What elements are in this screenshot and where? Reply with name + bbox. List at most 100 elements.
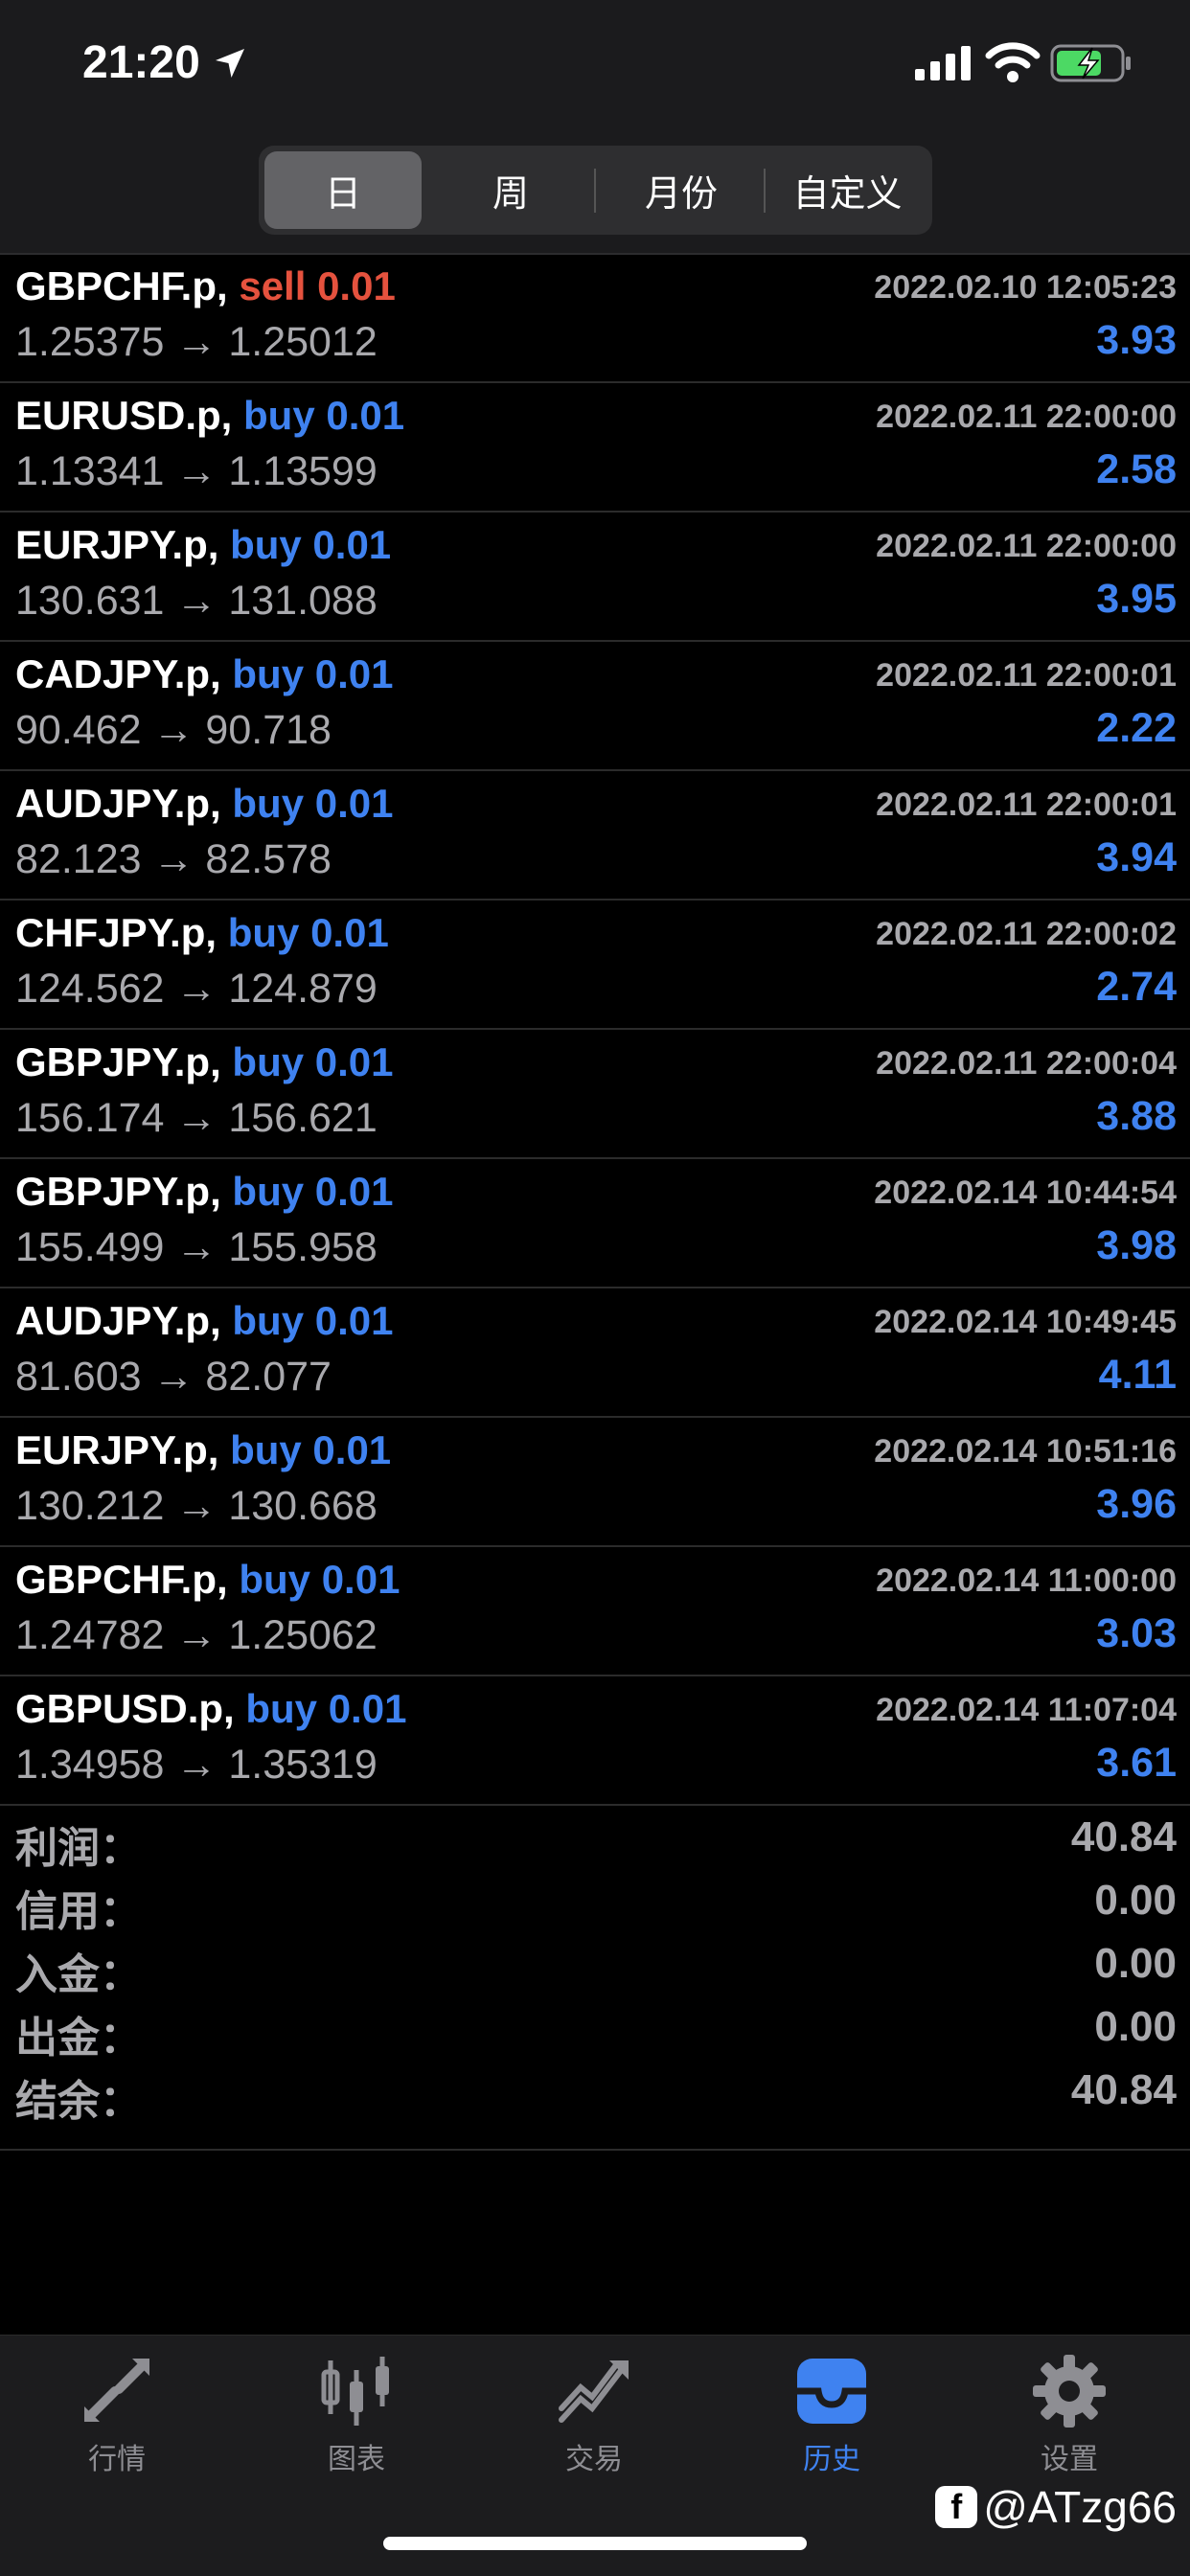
trade-symbol: EURJPY.p, (15, 522, 219, 567)
trade-row[interactable]: AUDJPY.p, buy 0.01 2022.02.14 10:49:45 81.… (0, 1288, 1190, 1418)
trade-symbol: GBPUSD.p, (15, 1686, 235, 1731)
summary-row: 利润： 40.84 (0, 1806, 1190, 1872)
trade-side: buy (232, 651, 305, 696)
summary-label: 入金： (15, 1951, 142, 1998)
summary-label: 利润： (15, 1825, 142, 1872)
trade-profit: 4.11 (1098, 1352, 1177, 1398)
summary-value: 40.84 (1070, 2066, 1177, 2113)
trade-symbol-line: EURJPY.p, buy 0.01 (15, 1427, 391, 1473)
summary-row: 结余： 40.84 (0, 2059, 1190, 2125)
trade-symbol-line: EURUSD.p, buy 0.01 (15, 393, 404, 439)
period-filter-bar: 日 周 月份 自定义 (0, 134, 1190, 255)
trade-prices: 130.212 → 130.668 (15, 1483, 378, 1529)
trade-side: buy (230, 1427, 302, 1472)
tab-quotes[interactable]: 行情 (31, 2353, 203, 2496)
trade-volume: 0.01 (314, 1298, 394, 1343)
trade-symbol: AUDJPY.p, (15, 781, 221, 826)
trade-time: 2022.02.11 22:00:00 (876, 399, 1177, 435)
segment-divider (764, 169, 766, 213)
trade-side: sell (239, 263, 307, 308)
status-time: 21:20 (82, 37, 200, 88)
trade-row[interactable]: CADJPY.p, buy 0.01 2022.02.11 22:00:01 90.… (0, 642, 1190, 771)
trade-symbol-line: AUDJPY.p, buy 0.01 (15, 781, 393, 827)
summary-label: 结余： (15, 2078, 142, 2125)
trade-profit: 3.93 (1096, 317, 1177, 363)
trade-side: buy (232, 1298, 305, 1343)
trade-row[interactable]: EURUSD.p, buy 0.01 2022.02.11 22:00:00 1.1… (0, 383, 1190, 513)
trade-volume: 0.01 (312, 522, 392, 567)
trade-time: 2022.02.14 10:44:54 (874, 1174, 1177, 1211)
status-bar: 21:20 (0, 0, 1190, 134)
wifi-icon (985, 42, 1041, 82)
trade-prices: 90.462 → 90.718 (15, 707, 332, 753)
trade-prices: 1.13341 → 1.13599 (15, 448, 378, 494)
trade-profit: 3.88 (1096, 1093, 1177, 1139)
trade-symbol-line: EURJPY.p, buy 0.01 (15, 522, 391, 568)
summary-row: 出金： 0.00 (0, 1995, 1190, 2062)
trade-symbol-line: GBPUSD.p, buy 0.01 (15, 1686, 406, 1732)
summary-row: 入金： 0.00 (0, 1932, 1190, 1998)
trade-symbol-line: GBPCHF.p, buy 0.01 (15, 1557, 400, 1603)
tab-history[interactable]: 历史 (745, 2353, 918, 2496)
segment-custom[interactable]: 自定义 (768, 151, 927, 229)
trade-row[interactable]: GBPCHF.p, sell 0.01 2022.02.10 12:05:23 1.… (0, 254, 1190, 383)
candlestick-chart-icon (321, 2357, 389, 2426)
segment-week[interactable]: 周 (429, 151, 592, 229)
segment-month[interactable]: 月份 (600, 151, 763, 229)
trade-volume: 0.01 (310, 910, 389, 955)
segment-divider (594, 169, 596, 213)
trade-profit: 3.94 (1096, 834, 1177, 880)
weibo-logo-icon: f (935, 2486, 978, 2528)
trade-side: buy (243, 393, 315, 438)
trade-time: 2022.02.14 10:51:16 (874, 1433, 1177, 1470)
trade-prices: 81.603 → 82.077 (15, 1354, 332, 1400)
trade-time: 2022.02.10 12:05:23 (874, 269, 1177, 306)
trade-symbol: GBPJPY.p, (15, 1039, 221, 1084)
trade-row[interactable]: GBPJPY.p, buy 0.01 2022.02.14 10:44:54 155… (0, 1159, 1190, 1288)
trade-time: 2022.02.11 22:00:01 (876, 657, 1177, 694)
trade-row[interactable]: GBPUSD.p, buy 0.01 2022.02.14 11:07:04 1.3… (0, 1676, 1190, 1806)
trade-profit: 3.03 (1096, 1610, 1177, 1656)
quotes-arrows-icon (84, 2359, 149, 2422)
trade-row[interactable]: EURJPY.p, buy 0.01 2022.02.14 10:51:16 130… (0, 1418, 1190, 1547)
trade-row[interactable]: GBPJPY.p, buy 0.01 2022.02.11 22:00:04 156… (0, 1030, 1190, 1159)
summary-value: 0.00 (1094, 2003, 1177, 2050)
trade-time: 2022.02.14 11:00:00 (876, 1562, 1177, 1599)
trade-volume: 0.01 (328, 1686, 407, 1731)
cellular-signal-icon (915, 46, 971, 80)
trade-volume: 0.01 (321, 1557, 400, 1602)
tab-charts[interactable]: 图表 (270, 2353, 443, 2496)
segment-day[interactable]: 日 (264, 151, 422, 229)
trade-volume: 0.01 (317, 263, 396, 308)
trade-symbol-line: GBPJPY.p, buy 0.01 (15, 1039, 394, 1085)
trade-profit: 3.96 (1096, 1481, 1177, 1527)
trade-prices: 156.174 → 156.621 (15, 1095, 378, 1141)
trade-row[interactable]: GBPCHF.p, buy 0.01 2022.02.14 11:00:00 1.2… (0, 1547, 1190, 1676)
trade-volume: 0.01 (312, 1427, 392, 1472)
period-segmented-control: 日 周 月份 自定义 (259, 146, 932, 235)
trade-volume: 0.01 (314, 1039, 394, 1084)
trade-row[interactable]: CHFJPY.p, buy 0.01 2022.02.11 22:00:02 124… (0, 900, 1190, 1030)
trade-time: 2022.02.11 22:00:00 (876, 528, 1177, 564)
trade-profit: 2.74 (1096, 964, 1177, 1010)
trade-chart-icon (559, 2360, 629, 2423)
trade-prices: 1.25375 → 1.25012 (15, 319, 378, 365)
history-inbox-icon (797, 2359, 866, 2424)
tab-settings[interactable]: 设置 (983, 2353, 1156, 2496)
trade-side: buy (232, 781, 305, 826)
trade-symbol: AUDJPY.p, (15, 1298, 221, 1343)
trade-symbol: EURJPY.p, (15, 1427, 219, 1472)
trade-row[interactable]: EURJPY.p, buy 0.01 2022.02.11 22:00:00 130… (0, 513, 1190, 642)
trade-volume: 0.01 (314, 651, 394, 696)
trade-side: buy (232, 1039, 305, 1084)
trade-prices: 1.24782 → 1.25062 (15, 1612, 378, 1658)
summary-label: 信用： (15, 1888, 142, 1935)
trade-time: 2022.02.14 11:07:04 (876, 1692, 1177, 1728)
home-indicator[interactable] (383, 2537, 807, 2550)
tab-trade[interactable]: 交易 (508, 2353, 680, 2496)
trade-symbol-line: GBPJPY.p, buy 0.01 (15, 1169, 394, 1215)
location-arrow-icon (216, 49, 244, 78)
trade-row[interactable]: AUDJPY.p, buy 0.01 2022.02.11 22:00:01 82.… (0, 771, 1190, 900)
trade-symbol: EURUSD.p, (15, 393, 233, 438)
trade-symbol: CHFJPY.p, (15, 910, 217, 955)
